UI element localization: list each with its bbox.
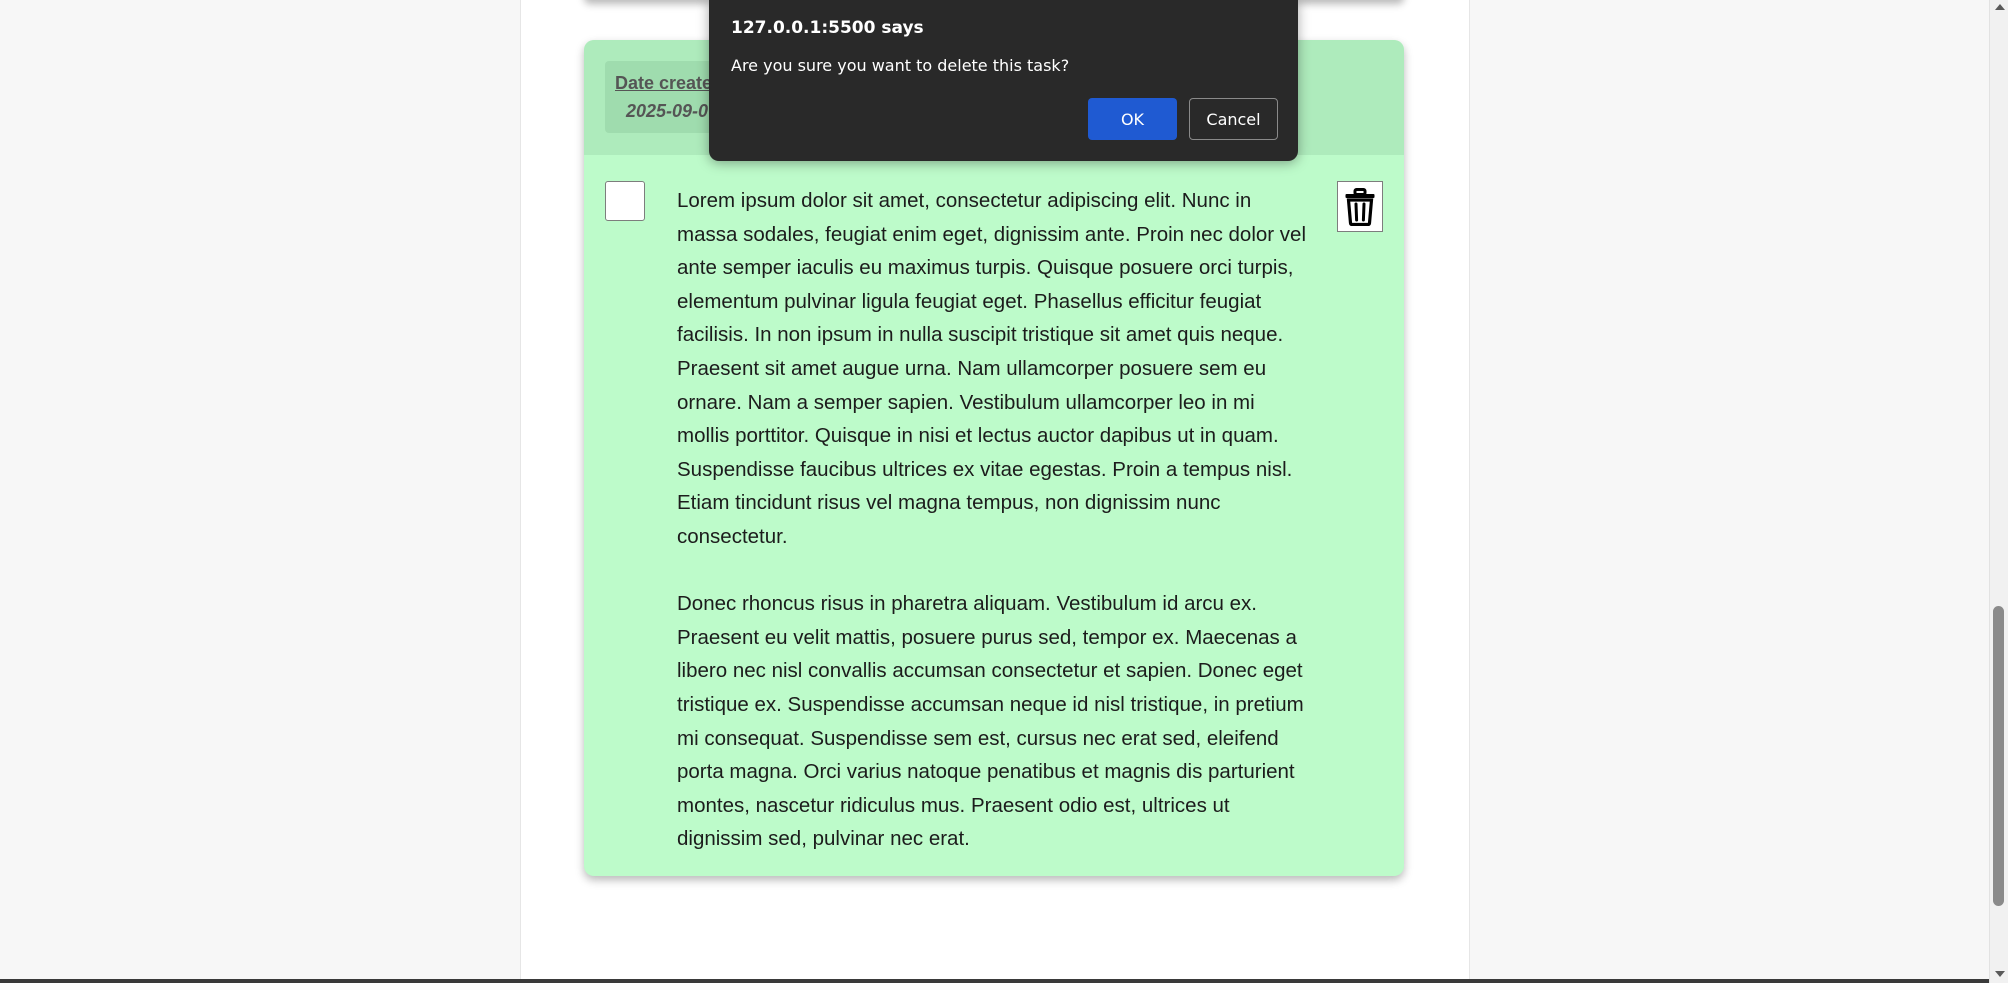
task-card: Date created: 2025-09-0 Lorem ipsum dolo… xyxy=(584,40,1404,876)
ok-button[interactable]: OK xyxy=(1088,98,1177,140)
scroll-up-arrow-icon[interactable] xyxy=(1995,4,2005,10)
cancel-button[interactable]: Cancel xyxy=(1189,98,1278,140)
task-paragraph: Lorem ipsum dolor sit amet, consectetur … xyxy=(677,189,1307,548)
window-bottom-edge xyxy=(0,979,1989,983)
trash-icon xyxy=(1345,187,1375,226)
delete-task-button[interactable] xyxy=(1337,181,1383,232)
task-paragraph: Donec rhoncus risus in pharetra aliquam.… xyxy=(677,592,1304,851)
task-complete-checkbox[interactable] xyxy=(605,181,645,221)
confirm-dialog: 127.0.0.1:5500 says Are you sure you wan… xyxy=(709,0,1298,161)
scroll-down-arrow-icon[interactable] xyxy=(1995,971,2005,977)
dialog-title: 127.0.0.1:5500 says xyxy=(731,18,924,38)
vertical-scrollbar[interactable] xyxy=(1989,0,2008,983)
page: Date created: 2025-09-0 Lorem ipsum dolo… xyxy=(0,0,2008,983)
task-description: Lorem ipsum dolor sit amet, consectetur … xyxy=(677,184,1307,876)
scrollbar-thumb[interactable] xyxy=(1993,606,2004,906)
date-created-value: 2025-09-0 xyxy=(626,101,709,121)
dialog-message: Are you sure you want to delete this tas… xyxy=(731,56,1070,75)
